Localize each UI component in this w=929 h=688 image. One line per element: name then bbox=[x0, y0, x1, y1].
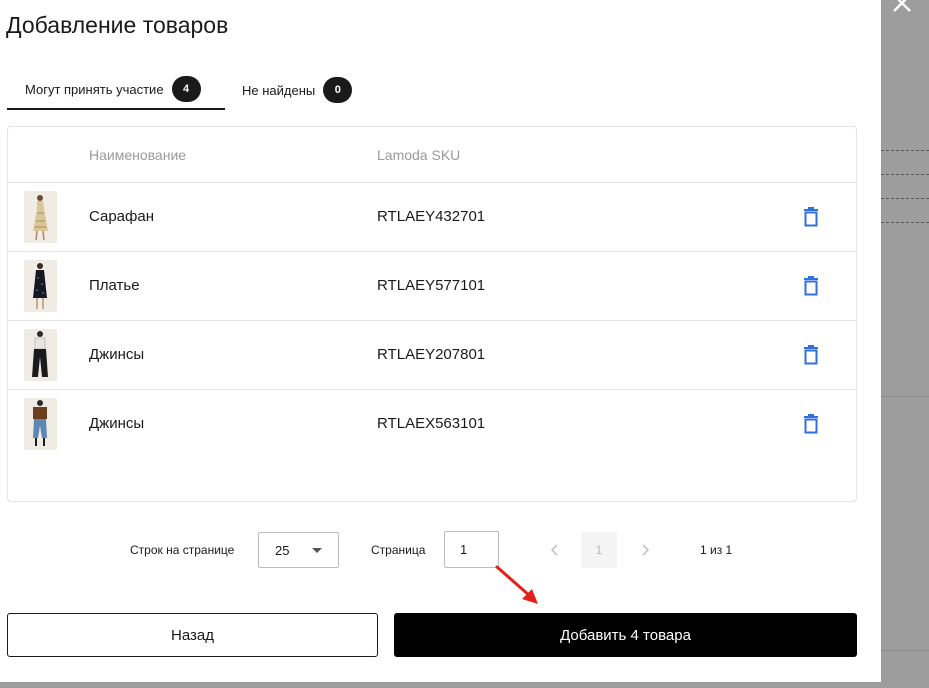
page-count-text: 1 из 1 bbox=[700, 543, 733, 557]
jeans-blue-icon bbox=[24, 398, 57, 450]
dialog-title: Добавление товаров bbox=[6, 12, 229, 38]
add-products-dialog: Добавление товаров Могут принять участие… bbox=[0, 0, 881, 682]
product-sku: RTLAEY207801 bbox=[377, 346, 486, 363]
rows-per-page-select[interactable]: 25 bbox=[258, 532, 339, 568]
column-header-name: Наименование bbox=[89, 147, 187, 163]
backdrop-divider bbox=[881, 650, 929, 651]
tab-eligible-count-badge: 4 bbox=[171, 76, 201, 102]
backdrop-divider bbox=[881, 174, 929, 175]
dress-black-sequin-icon bbox=[24, 260, 57, 312]
table-row: Сарафан RTLAEY432701 bbox=[8, 183, 856, 252]
tab-not-found[interactable]: Не найдены 0 bbox=[242, 70, 353, 110]
table-row: Джинсы RTLAEY207801 bbox=[8, 321, 856, 390]
backdrop-divider bbox=[881, 222, 929, 223]
delete-icon[interactable] bbox=[803, 276, 819, 296]
tab-not-found-label: Не найдены bbox=[242, 82, 316, 98]
product-name: Платье bbox=[89, 277, 140, 294]
delete-icon[interactable] bbox=[803, 414, 819, 434]
page-number-input[interactable] bbox=[444, 531, 499, 568]
backdrop-divider bbox=[881, 396, 929, 397]
backdrop-bottom bbox=[0, 682, 929, 688]
rows-per-page-value: 25 bbox=[275, 543, 290, 558]
annotation-arrow-icon bbox=[495, 565, 538, 604]
products-table: Наименование Lamoda SKU Сарафан RTLAEY43… bbox=[7, 126, 857, 502]
tab-not-found-count-badge: 0 bbox=[323, 77, 353, 103]
table-row: Джинсы RTLAEX563101 bbox=[8, 390, 856, 459]
page-label: Страница bbox=[371, 543, 426, 557]
backdrop-divider bbox=[881, 150, 929, 151]
table-row: Платье RTLAEY577101 bbox=[8, 252, 856, 321]
add-products-button[interactable]: Добавить 4 товара bbox=[394, 613, 857, 657]
product-sku: RTLAEX563101 bbox=[377, 415, 486, 432]
delete-icon[interactable] bbox=[803, 207, 819, 227]
tab-eligible-label: Могут принять участие bbox=[25, 81, 164, 97]
back-button[interactable]: Назад bbox=[7, 613, 378, 657]
column-header-sku: Lamoda SKU bbox=[377, 147, 461, 163]
modal-backdrop[interactable] bbox=[881, 0, 929, 688]
delete-icon[interactable] bbox=[803, 345, 819, 365]
rows-per-page-label: Строк на странице bbox=[130, 543, 235, 557]
chevron-left-icon[interactable] bbox=[547, 540, 561, 560]
product-name: Джинсы bbox=[89, 415, 145, 432]
dress-beige-icon bbox=[24, 191, 57, 243]
tab-eligible[interactable]: Могут принять участие 4 bbox=[7, 70, 225, 110]
chevron-down-icon bbox=[312, 548, 322, 553]
product-name: Джинсы bbox=[89, 346, 145, 363]
jeans-black-icon bbox=[24, 329, 57, 381]
current-page-indicator[interactable]: 1 bbox=[581, 532, 617, 568]
close-icon[interactable] bbox=[891, 0, 913, 14]
backdrop-divider bbox=[881, 198, 929, 199]
product-name: Сарафан bbox=[89, 208, 154, 225]
chevron-right-icon[interactable] bbox=[639, 540, 653, 560]
product-sku: RTLAEY432701 bbox=[377, 208, 486, 225]
product-sku: RTLAEY577101 bbox=[377, 277, 486, 294]
